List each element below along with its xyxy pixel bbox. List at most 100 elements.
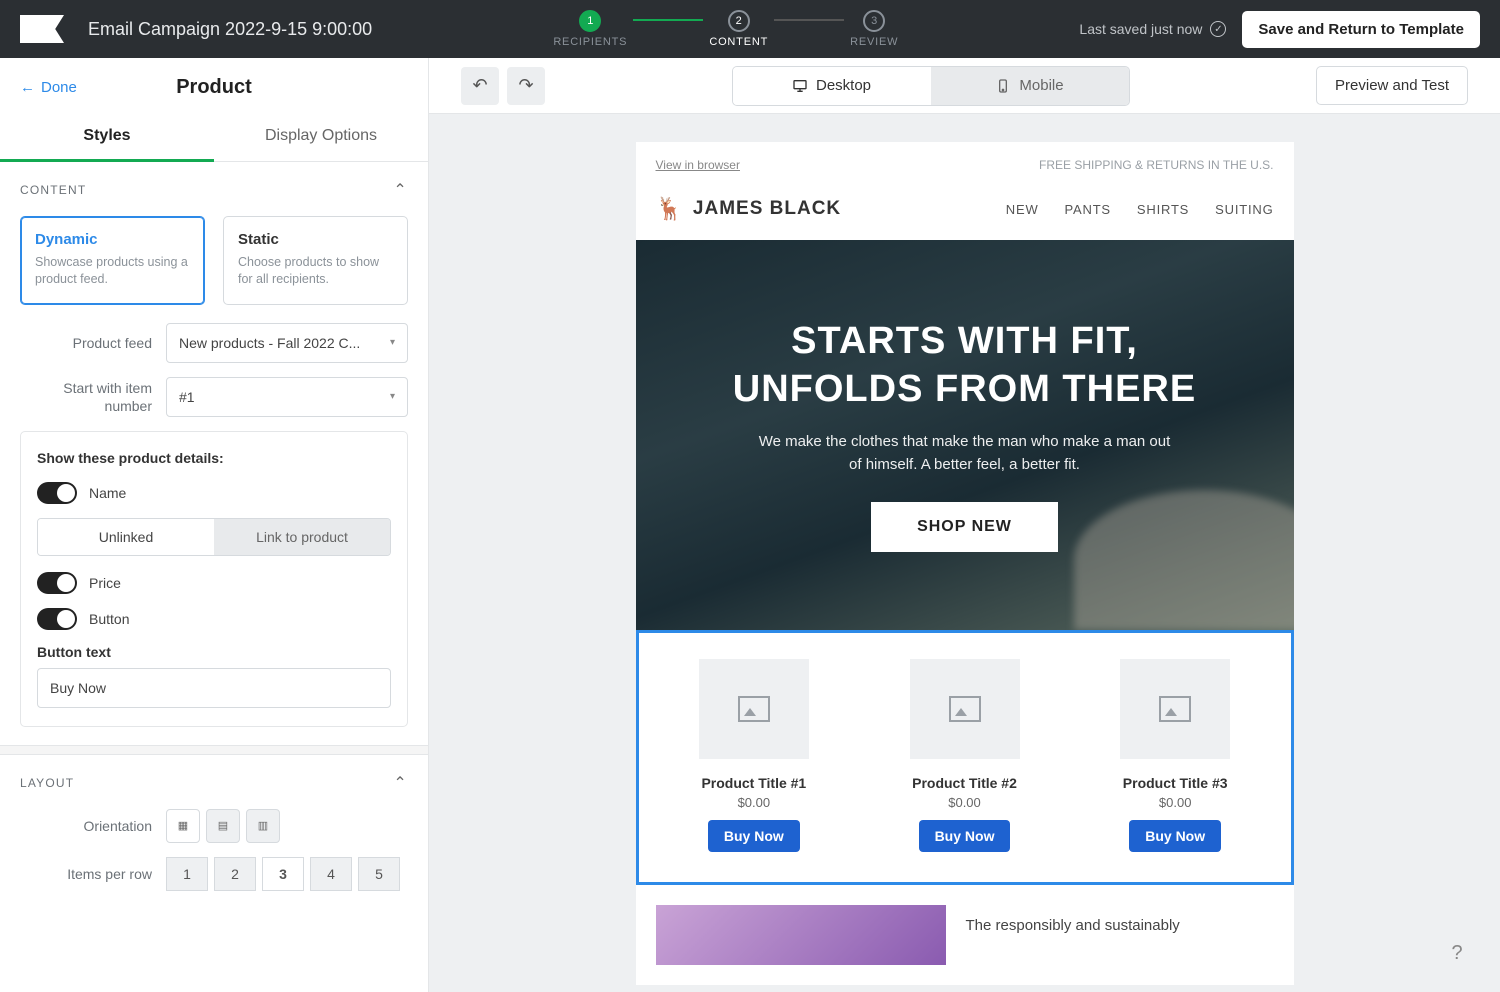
last-saved-text: Last saved just now <box>1079 21 1202 37</box>
hero-headline: STARTS WITH FIT, UNFOLDS FROM THERE <box>733 318 1196 413</box>
toggle-button-label: Button <box>89 611 129 627</box>
card-title: Dynamic <box>35 231 190 248</box>
step-content[interactable]: 2 CONTENT <box>709 10 768 48</box>
undo-icon: ↶ <box>472 75 487 96</box>
product-card[interactable]: Product Title #1 $0.00 Buy Now <box>659 659 850 852</box>
hero-block[interactable]: STARTS WITH FIT, UNFOLDS FROM THERE We m… <box>636 240 1294 630</box>
items-per-row-3[interactable]: 3 <box>262 857 304 891</box>
save-return-button[interactable]: Save and Return to Template <box>1242 11 1480 48</box>
button-text-label: Button text <box>37 644 391 660</box>
orientation-group: ▦ ▤ ▥ <box>166 809 280 843</box>
product-feed-value: New products - Fall 2022 C... <box>179 335 360 351</box>
product-price: $0.00 <box>1159 795 1192 810</box>
image-icon <box>1159 696 1191 722</box>
items-per-row-2[interactable]: 2 <box>214 857 256 891</box>
nav-pants[interactable]: PANTS <box>1065 202 1111 217</box>
email-preheader: View in browser FREE SHIPPING & RETURNS … <box>636 142 1294 188</box>
card-title: Static <box>238 231 393 248</box>
device-mobile-label: Mobile <box>1019 77 1063 94</box>
nav-shirts[interactable]: SHIRTS <box>1137 202 1189 217</box>
product-buy-button[interactable]: Buy Now <box>919 820 1011 852</box>
email-preview[interactable]: View in browser FREE SHIPPING & RETURNS … <box>636 142 1294 985</box>
items-per-row-1[interactable]: 1 <box>166 857 208 891</box>
hero-cta-button[interactable]: SHOP NEW <box>871 502 1058 552</box>
view-in-browser-link[interactable]: View in browser <box>656 158 740 172</box>
email-header: 🦌 JAMES BLACK NEW PANTS SHIRTS SUITING <box>636 188 1294 240</box>
step-circle: 2 <box>728 10 750 32</box>
toggle-price[interactable] <box>37 572 77 594</box>
items-per-row-group: 1 2 3 4 5 <box>166 857 400 891</box>
undo-button[interactable]: ↶ <box>461 67 499 105</box>
product-title: Product Title #3 <box>1123 775 1228 791</box>
section-content-header[interactable]: CONTENT ⌃ <box>20 180 408 200</box>
brand-logo[interactable] <box>20 15 64 43</box>
product-image-placeholder <box>699 659 809 759</box>
footer-text: The responsibly and sustainably <box>966 905 1180 965</box>
help-button[interactable]: ? <box>1442 938 1472 968</box>
product-price: $0.00 <box>948 795 981 810</box>
product-price: $0.00 <box>738 795 771 810</box>
email-footer-row[interactable]: The responsibly and sustainably <box>636 885 1294 985</box>
items-per-row-4[interactable]: 4 <box>310 857 352 891</box>
product-feed-select[interactable]: New products - Fall 2022 C... ▾ <box>166 323 408 363</box>
chevron-down-icon: ▾ <box>390 337 395 348</box>
done-button[interactable]: ← Done <box>20 79 77 96</box>
button-text-input[interactable] <box>37 668 391 708</box>
preview-test-button[interactable]: Preview and Test <box>1316 66 1468 105</box>
edit-sidebar: ← Done Product Styles Display Options CO… <box>0 58 429 992</box>
brand[interactable]: 🦌 JAMES BLACK <box>656 196 842 222</box>
nav-new[interactable]: NEW <box>1006 202 1039 217</box>
name-link-segment: Unlinked Link to product <box>37 518 391 556</box>
device-mobile[interactable]: Mobile <box>931 67 1129 105</box>
product-buy-button[interactable]: Buy Now <box>708 820 800 852</box>
section-layout-header[interactable]: LAYOUT ⌃ <box>20 773 408 793</box>
step-review[interactable]: 3 REVIEW <box>850 10 898 48</box>
items-per-row-label: Items per row <box>20 865 152 883</box>
product-buy-button[interactable]: Buy Now <box>1129 820 1221 852</box>
redo-button[interactable]: ↷ <box>507 67 545 105</box>
campaign-title: Email Campaign 2022-9-15 9:00:00 <box>88 19 372 40</box>
section-layout-label: LAYOUT <box>20 776 74 790</box>
brand-name: JAMES BLACK <box>693 198 841 220</box>
product-card[interactable]: Product Title #3 $0.00 Buy Now <box>1080 659 1271 852</box>
mobile-icon <box>995 78 1011 94</box>
segment-link-to-product[interactable]: Link to product <box>214 519 390 555</box>
toggle-name[interactable] <box>37 482 77 504</box>
device-segment: Desktop Mobile <box>732 66 1130 106</box>
items-per-row-5[interactable]: 5 <box>358 857 400 891</box>
orientation-right[interactable]: ▥ <box>246 809 280 843</box>
content-card-static[interactable]: Static Choose products to show for all r… <box>223 216 408 305</box>
canvas-area: ↶ ↷ Desktop Mobile Preview and Test View… <box>429 58 1500 992</box>
tab-display-options[interactable]: Display Options <box>214 113 428 161</box>
segment-unlinked[interactable]: Unlinked <box>38 519 214 555</box>
step-recipients[interactable]: 1 RECIPIENTS <box>553 10 627 48</box>
orientation-left[interactable]: ▤ <box>206 809 240 843</box>
content-card-dynamic[interactable]: Dynamic Showcase products using a produc… <box>20 216 205 305</box>
orientation-label: Orientation <box>20 817 152 835</box>
product-title: Product Title #1 <box>701 775 806 791</box>
done-label: Done <box>41 79 77 96</box>
app-topbar: Email Campaign 2022-9-15 9:00:00 1 RECIP… <box>0 0 1500 58</box>
product-card[interactable]: Product Title #2 $0.00 Buy Now <box>869 659 1060 852</box>
toggle-button[interactable] <box>37 608 77 630</box>
desktop-icon <box>792 78 808 94</box>
footer-image <box>656 905 946 965</box>
orientation-grid[interactable]: ▦ <box>166 809 200 843</box>
canvas-scroll[interactable]: View in browser FREE SHIPPING & RETURNS … <box>429 114 1500 992</box>
shipping-text: FREE SHIPPING & RETURNS IN THE U.S. <box>1039 158 1273 172</box>
chevron-down-icon: ▾ <box>390 391 395 402</box>
start-item-select[interactable]: #1 ▾ <box>166 377 408 417</box>
device-desktop[interactable]: Desktop <box>733 67 931 105</box>
chevron-up-icon: ⌃ <box>393 180 408 200</box>
tab-styles[interactable]: Styles <box>0 113 214 161</box>
product-image-placeholder <box>910 659 1020 759</box>
check-circle-icon: ✓ <box>1210 21 1226 37</box>
nav-suiting[interactable]: SUITING <box>1215 202 1273 217</box>
hero-subtext: We make the clothes that make the man wh… <box>755 431 1175 476</box>
redo-icon: ↷ <box>518 75 533 96</box>
toggle-name-label: Name <box>89 485 126 501</box>
email-nav: NEW PANTS SHIRTS SUITING <box>1006 202 1274 217</box>
panel-title: Product <box>176 76 252 99</box>
product-block-selected[interactable]: Product Title #1 $0.00 Buy Now Product T… <box>636 630 1294 885</box>
image-icon <box>738 696 770 722</box>
